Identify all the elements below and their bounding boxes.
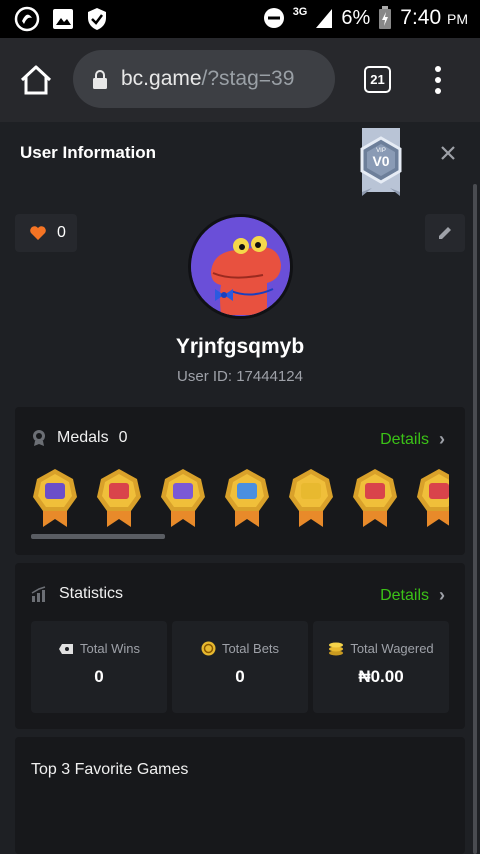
heart-icon — [30, 226, 46, 240]
total-wagered-label-row: Total Wagered — [313, 641, 449, 656]
edit-profile-button[interactable] — [425, 214, 465, 252]
bar-chart-icon — [31, 586, 46, 602]
bets-chip-icon — [201, 641, 216, 656]
battery-charging-icon — [379, 6, 392, 29]
statistics-details-label: Details — [380, 586, 429, 604]
thumbs-up-medal-icon[interactable] — [223, 467, 271, 529]
coin-stack-icon — [329, 642, 344, 656]
browser-toolbar: bc.game/?stag=39 21 — [0, 38, 480, 122]
statistics-card: Statistics Details › Total Wins 0 Total … — [15, 563, 465, 729]
total-wins-label: Total Wins — [80, 641, 140, 656]
total-wins-box: Total Wins 0 — [31, 621, 167, 713]
app-logo-icon — [14, 6, 40, 32]
image-icon — [53, 9, 73, 29]
heart-medal-icon[interactable] — [95, 467, 143, 529]
likes-button[interactable]: 0 — [15, 214, 77, 252]
page-scrollbar[interactable] — [473, 184, 477, 854]
total-wins-value: 0 — [94, 667, 104, 686]
medals-details-link[interactable]: Details › — [380, 429, 445, 450]
statistics-details-link[interactable]: Details › — [380, 585, 445, 606]
coin-medal-icon[interactable] — [287, 467, 335, 529]
total-wagered-value: ₦0.00 — [358, 667, 404, 686]
chevron-right-icon: › — [439, 585, 445, 605]
user-info-modal: User Information VIP V0 0 Yrjnfgsqmyb Us… — [0, 122, 480, 854]
total-bets-value: 0 — [235, 667, 245, 686]
chevron-right-icon: › — [439, 429, 445, 449]
likes-count: 0 — [57, 224, 66, 241]
favorite-games-title: Top 3 Favorite Games — [31, 761, 189, 778]
clock: 7:40 PM — [400, 6, 468, 30]
total-wagered-label: Total Wagered — [350, 641, 434, 656]
avatar — [188, 214, 293, 319]
medals-list[interactable] — [31, 467, 449, 539]
overflow-menu-button[interactable] — [428, 64, 448, 96]
wallet-medal-icon[interactable] — [159, 467, 207, 529]
total-bets-label: Total Bets — [221, 641, 280, 656]
favorite-games-card: Top 3 Favorite Games — [15, 737, 465, 854]
url-domain: bc.game — [121, 67, 202, 90]
wins-ticket-icon — [59, 643, 74, 654]
statistics-title: Statistics — [59, 585, 124, 602]
lock-icon — [93, 69, 107, 89]
total-wagered-box: Total Wagered ₦0.00 — [313, 621, 449, 713]
chat-medal-icon[interactable] — [31, 467, 79, 529]
vip-level: V0 — [372, 153, 389, 169]
medals-title: Medals — [57, 429, 109, 446]
modal-title: User Information — [20, 143, 157, 162]
tab-switcher-button[interactable]: 21 — [364, 66, 391, 93]
medal-icon — [33, 430, 45, 446]
clock-time: 7:40 — [400, 6, 442, 29]
medals-header: Medals 0 — [31, 429, 127, 447]
username: Yrjnfgsqmyb — [175, 335, 305, 358]
statistics-header: Statistics — [31, 585, 123, 603]
total-bets-box: Total Bets 0 — [172, 621, 308, 713]
close-icon[interactable] — [437, 142, 459, 164]
do-not-disturb-icon — [263, 8, 284, 28]
vip-badge-icon: VIP V0 — [360, 128, 402, 196]
user-id: User ID: 17444124 — [177, 368, 303, 385]
medals-count: 0 — [118, 429, 128, 446]
dinosaur-avatar-icon — [191, 217, 290, 316]
medals-details-label: Details — [380, 430, 429, 448]
total-bets-label-row: Total Bets — [172, 641, 308, 656]
battery-percent: 6% — [341, 6, 371, 29]
address-bar[interactable]: bc.game/?stag=39 — [73, 50, 335, 108]
gift-medal-icon[interactable] — [415, 467, 449, 529]
clock-ampm: PM — [447, 11, 468, 27]
pencil-icon — [439, 227, 451, 239]
home-icon[interactable] — [18, 62, 54, 98]
signal-icon — [316, 9, 333, 28]
medals-scrollbar[interactable] — [31, 534, 165, 539]
tab-count: 21 — [370, 72, 385, 87]
status-bar: 3G 6% 7:40 PM — [0, 0, 480, 38]
shield-icon — [88, 8, 106, 30]
network-type: 3G — [292, 6, 308, 18]
medals-card: Medals 0 Details › — [15, 407, 465, 555]
total-wins-label-row: Total Wins — [31, 641, 167, 656]
url-path: /?stag=39 — [201, 67, 295, 90]
trophy-medal-icon[interactable] — [351, 467, 399, 529]
